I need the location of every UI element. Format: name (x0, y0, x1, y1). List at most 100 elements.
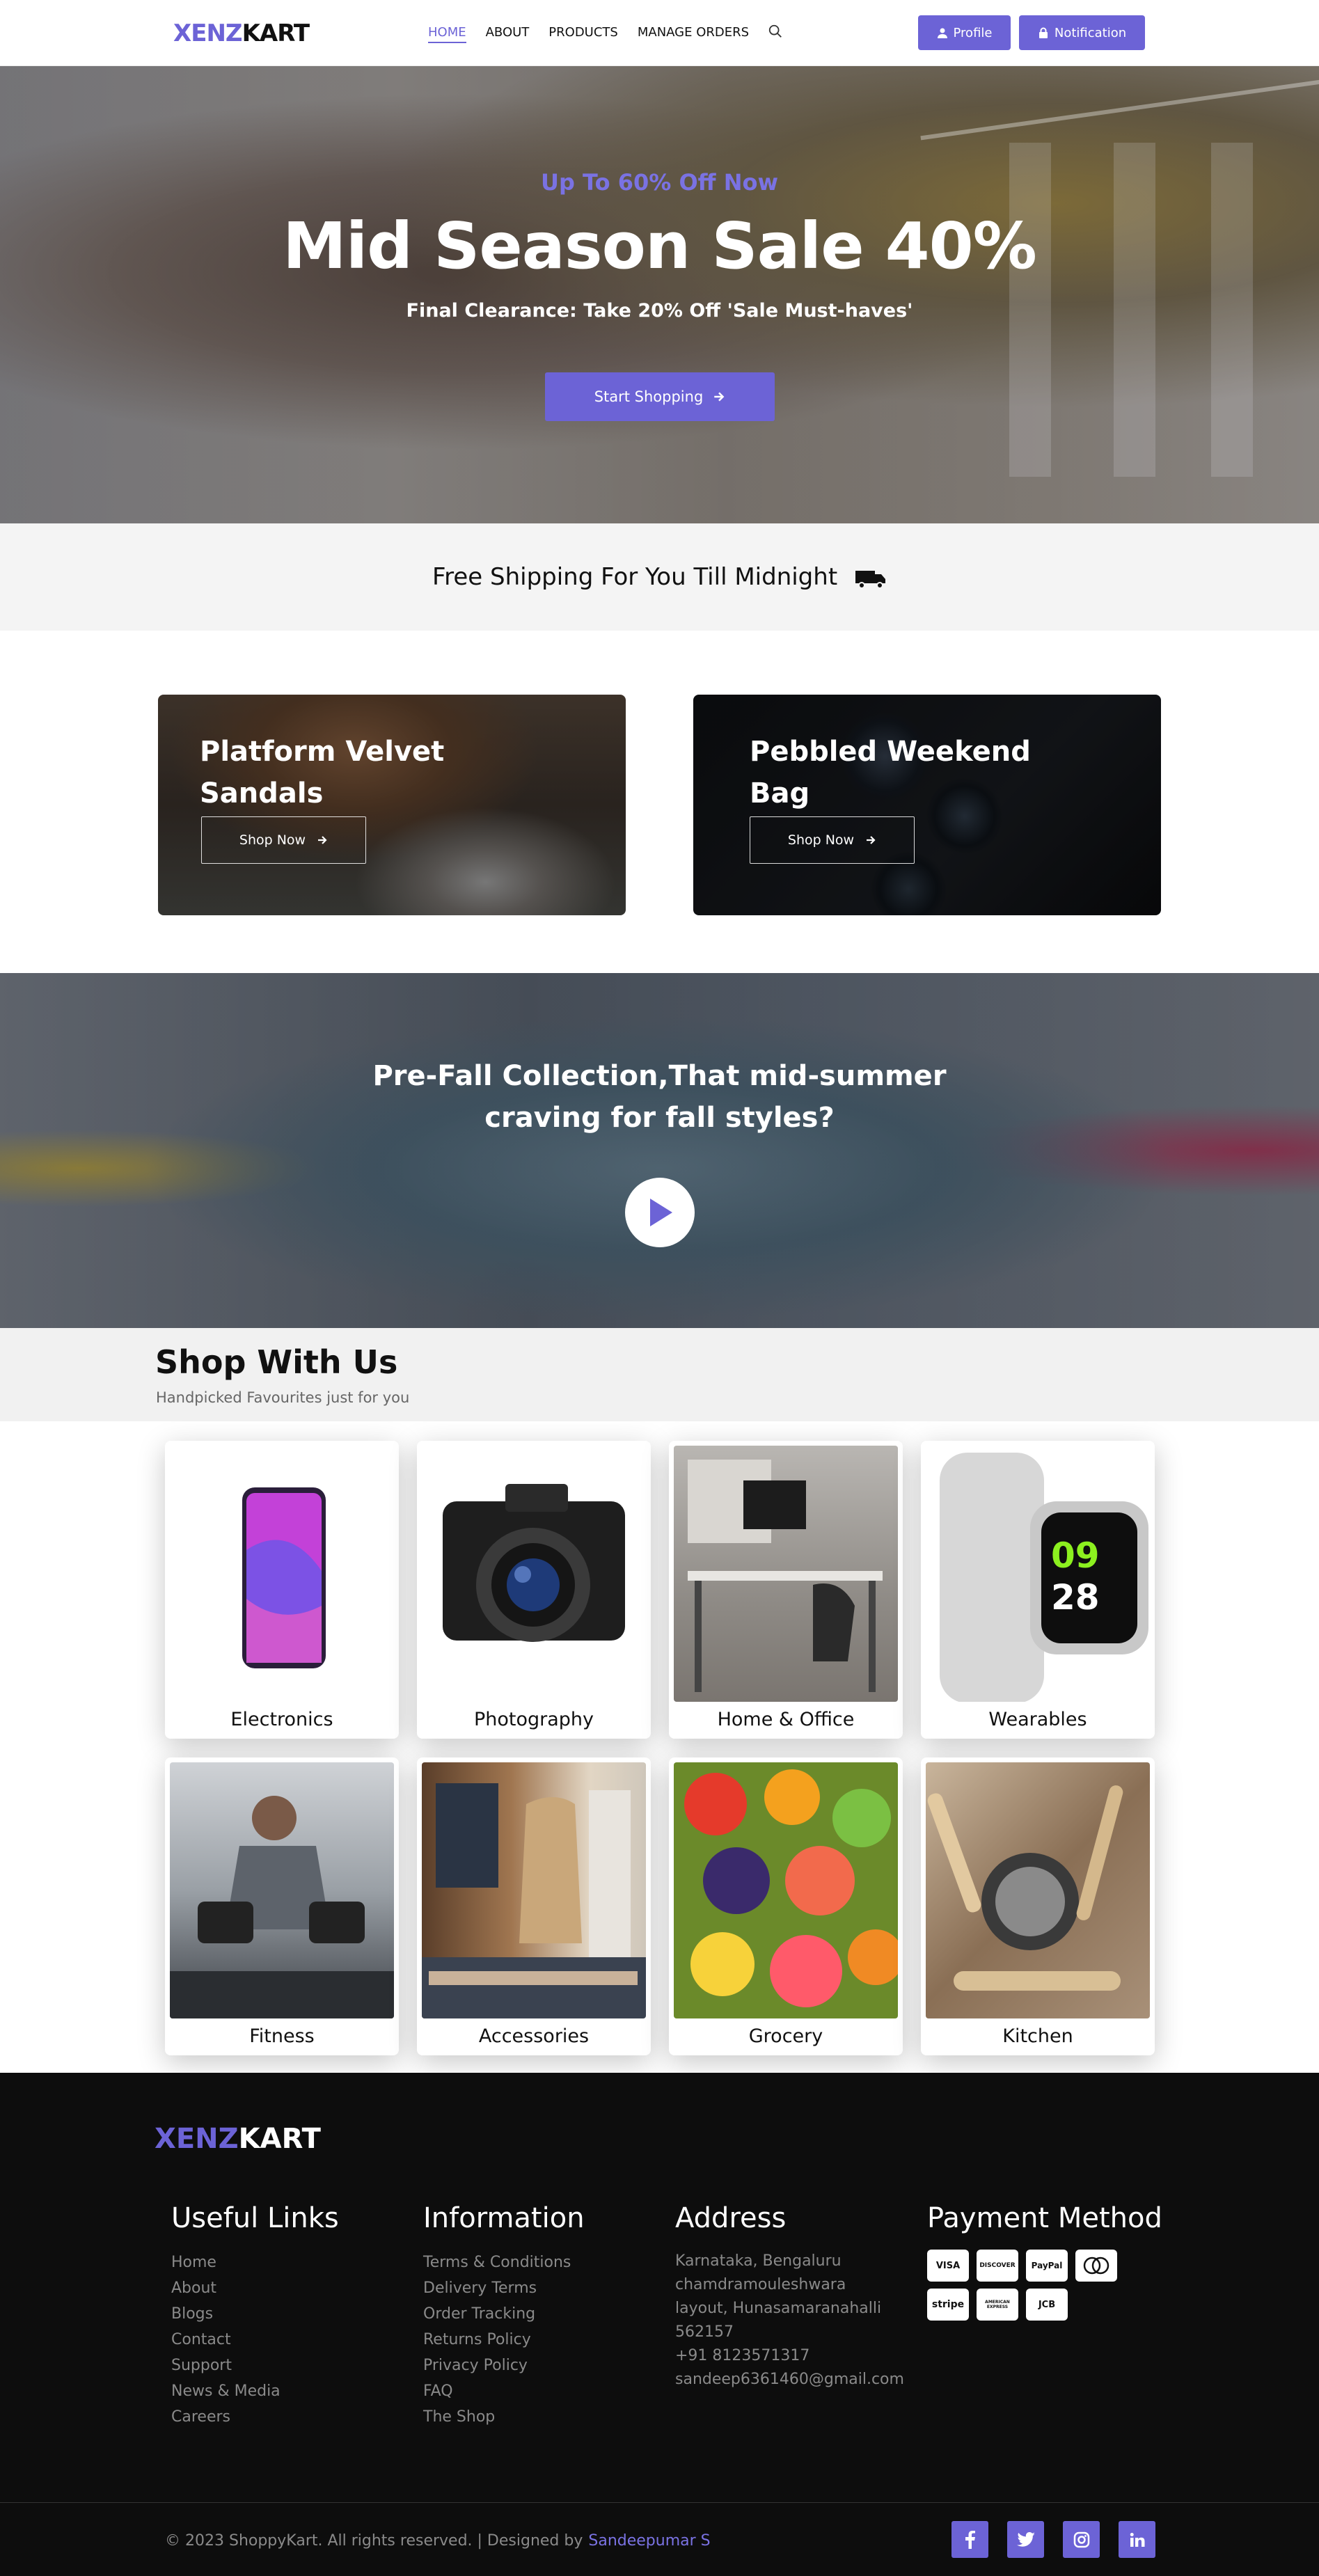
footer-column-title: Address (675, 2202, 787, 2234)
footer-link-news-media[interactable]: News & Media (171, 2378, 339, 2404)
nav-manage-orders[interactable]: MANAGE ORDERS (638, 25, 749, 43)
footer-link-home[interactable]: Home (171, 2250, 339, 2275)
brand-logo[interactable]: XENZKART (173, 19, 310, 47)
footer-link-blogs[interactable]: Blogs (171, 2301, 339, 2327)
svg-text:28: 28 (1051, 1577, 1100, 1618)
promo-card-sandals[interactable]: Platform Velvet Sandals Shop Now (158, 695, 626, 915)
footer-link-terms[interactable]: Terms & Conditions (423, 2250, 585, 2275)
promo-title: Pebbled Weekend Bag (750, 736, 1031, 809)
category-label: Fitness (249, 2025, 315, 2047)
search-icon[interactable] (768, 24, 783, 39)
category-card-home-office[interactable]: Home & Office (669, 1441, 903, 1739)
category-card-kitchen[interactable]: Kitchen (921, 1757, 1155, 2055)
play-icon (650, 1199, 672, 1226)
nav-links: HOME ABOUT PRODUCTS MANAGE ORDERS (428, 25, 749, 43)
arrow-right-icon (318, 836, 327, 844)
footer-column-title: Useful Links (171, 2202, 339, 2234)
shipping-text: Free Shipping For You Till Midnight (432, 563, 838, 591)
nav-products[interactable]: PRODUCTS (548, 25, 618, 43)
category-label: Home & Office (717, 1709, 855, 1730)
category-label: Grocery (748, 2025, 823, 2047)
footer-link-support[interactable]: Support (171, 2353, 339, 2378)
shipping-strip: Free Shipping For You Till Midnight (0, 523, 1319, 631)
promo-title: Platform Velvet Sandals (200, 736, 445, 809)
footer-divider (0, 2502, 1319, 2503)
footer-column-title: Payment Method (927, 2202, 1162, 2234)
footer-useful-links: Useful Links Home About Blogs Contact Su… (171, 2202, 339, 2430)
visa-icon: VISA (927, 2250, 969, 2282)
shop-now-label: Shop Now (787, 832, 855, 848)
footer-link-order-tracking[interactable]: Order Tracking (423, 2301, 585, 2327)
footer-address: Address Karnataka, Bengaluru chamdramoul… (675, 2202, 904, 2392)
facebook-icon[interactable] (951, 2521, 988, 2558)
copyright: © 2023 ShoppyKart. All rights reserved. … (165, 2532, 711, 2550)
category-card-wearables[interactable]: 09 28 Wearables (921, 1441, 1155, 1739)
clothing-store-image (422, 1762, 646, 2018)
logo-part-2: KART (242, 19, 310, 47)
discover-icon: DISCOVER (977, 2250, 1018, 2282)
navbar: XENZKART HOME ABOUT PRODUCTS MANAGE ORDE… (0, 0, 1319, 66)
truck-icon (855, 570, 885, 589)
phone-image (170, 1446, 394, 1702)
category-card-electronics[interactable]: Electronics (165, 1441, 399, 1739)
category-label: Wearables (988, 1709, 1087, 1730)
nav-about[interactable]: ABOUT (486, 25, 530, 43)
video-banner: Pre-Fall Collection,That mid-summer crav… (0, 973, 1319, 1328)
fruits-image (674, 1762, 898, 2018)
promo-card-bag[interactable]: Pebbled Weekend Bag Shop Now (693, 695, 1161, 915)
amex-icon: AMERICAN EXPRESS (977, 2289, 1018, 2321)
arrow-right-icon (714, 392, 725, 402)
logo-part-2: KART (238, 2123, 321, 2155)
designer-link[interactable]: Sandeepumar S (588, 2532, 710, 2550)
profile-button[interactable]: Profile (918, 15, 1011, 50)
play-button[interactable] (625, 1178, 695, 1247)
hero-decoration (920, 79, 1319, 141)
footer-link-careers[interactable]: Careers (171, 2404, 339, 2430)
footer-email[interactable]: sandeep6361460@gmail.com (675, 2368, 904, 2392)
footer-link-faq[interactable]: FAQ (423, 2378, 585, 2404)
footer-logo[interactable]: XENZKART (155, 2123, 321, 2155)
hero-tagline: Final Clearance: Take 20% Off 'Sale Must… (406, 300, 913, 322)
footer-phone: +91 8123571317 (675, 2347, 810, 2364)
footer-link-delivery[interactable]: Delivery Terms (423, 2275, 585, 2301)
shop-title: Shop With Us (155, 1343, 398, 1381)
svg-text:09: 09 (1051, 1535, 1100, 1576)
shop-now-button[interactable]: Shop Now (201, 816, 366, 864)
category-label: Electronics (230, 1709, 333, 1730)
paypal-icon: PayPal (1026, 2250, 1068, 2282)
lock-icon (1038, 27, 1048, 38)
category-card-grocery[interactable]: Grocery (669, 1757, 903, 2055)
jcb-icon: JCB (1026, 2289, 1068, 2321)
social-links (951, 2521, 1155, 2558)
start-shopping-label: Start Shopping (594, 388, 704, 405)
payment-methods: VISA DISCOVER PayPal stripe AMERICAN EXP… (927, 2250, 1136, 2321)
footer-link-the-shop[interactable]: The Shop (423, 2404, 585, 2430)
logo-part-1: XENZ (155, 2123, 239, 2155)
camera-image (422, 1446, 646, 1702)
footer-link-about[interactable]: About (171, 2275, 339, 2301)
category-card-fitness[interactable]: Fitness (165, 1757, 399, 2055)
watch-image: 09 28 (926, 1446, 1150, 1702)
start-shopping-button[interactable]: Start Shopping (545, 372, 775, 421)
notification-button[interactable]: Notification (1019, 15, 1145, 50)
instagram-icon[interactable] (1063, 2521, 1100, 2558)
linkedin-icon[interactable] (1119, 2521, 1155, 2558)
footer-payment: Payment Method VISA DISCOVER PayPal stri… (927, 2202, 1162, 2321)
footer-link-returns[interactable]: Returns Policy (423, 2327, 585, 2353)
hero-title: Mid Season Sale 40% (283, 209, 1037, 283)
category-label: Photography (473, 1709, 594, 1730)
shop-now-label: Shop Now (239, 832, 306, 848)
category-card-accessories[interactable]: Accessories (417, 1757, 651, 2055)
shop-now-button[interactable]: Shop Now (750, 816, 915, 864)
footer-address-text: Karnataka, Bengaluru chamdramouleshwara … (675, 2252, 882, 2341)
shipping-text-row: Free Shipping For You Till Midnight (0, 563, 1319, 591)
desk-image (674, 1446, 898, 1702)
footer: XENZKART Useful Links Home About Blogs C… (0, 2073, 1319, 2576)
category-card-photography[interactable]: Photography (417, 1441, 651, 1739)
footer-link-privacy[interactable]: Privacy Policy (423, 2353, 585, 2378)
footer-link-contact[interactable]: Contact (171, 2327, 339, 2353)
category-label: Kitchen (1002, 2025, 1073, 2047)
notification-label: Notification (1054, 25, 1127, 40)
nav-home[interactable]: HOME (428, 25, 466, 43)
twitter-icon[interactable] (1007, 2521, 1044, 2558)
